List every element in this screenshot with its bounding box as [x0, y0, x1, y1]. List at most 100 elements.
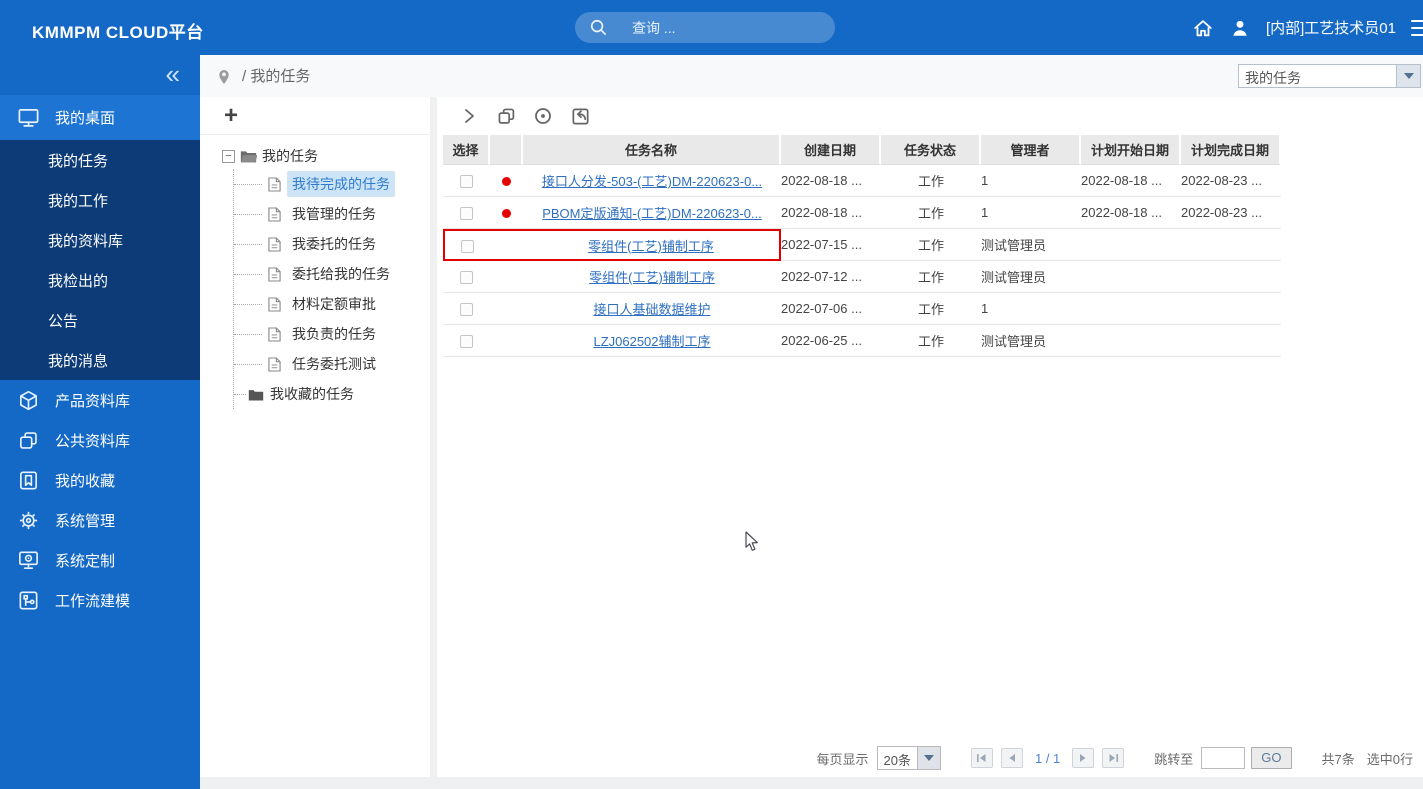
user-icon[interactable] — [1229, 17, 1251, 39]
column-header[interactable]: 计划完成日期 — [1181, 135, 1281, 165]
column-header[interactable]: 管理者 — [981, 135, 1081, 165]
plan-start-cell — [1081, 325, 1181, 357]
sidebar-subitem[interactable]: 我的资料库 — [0, 220, 200, 260]
sidebar-subitem[interactable]: 我的工作 — [0, 180, 200, 220]
tree-node-label: 我负责的任务 — [292, 326, 376, 342]
sidebar: « 我的桌面 我的任务 我的工作 我的资料库 我检出的 公告 我的消息 产品资料库公共资料… — [0, 55, 200, 789]
manager-cell: 测试管理员 — [981, 261, 1081, 293]
sidebar-subitem[interactable]: 我检出的 — [0, 260, 200, 300]
plan-end-cell — [1181, 229, 1281, 261]
tree-node-label: 委托给我的任务 — [292, 266, 390, 282]
current-user-label[interactable]: [内部]工艺技术员01 — [1266, 17, 1396, 38]
chevron-down-icon — [916, 747, 940, 769]
sidebar-item-label: 工作流建模 — [55, 592, 131, 610]
tree-node[interactable]: 我管理的任务 — [200, 199, 430, 229]
task-name-link[interactable]: LZJ062502辅制工序 — [593, 334, 710, 349]
sidebar-item-label: 系统管理 — [55, 512, 116, 530]
search-icon — [589, 18, 608, 37]
column-header[interactable]: 创建日期 — [781, 135, 881, 165]
column-header[interactable]: 选择 — [443, 135, 490, 165]
stack-icon — [17, 429, 40, 452]
task-name-link[interactable]: 接口人基础数据维护 — [593, 302, 710, 317]
tree-root-node[interactable]: − 我的任务 — [200, 143, 430, 169]
sidebar-item[interactable]: 产品资料库 — [0, 380, 200, 420]
expand-icon[interactable] — [458, 105, 480, 127]
plan-start-cell — [1081, 261, 1181, 293]
prev-page-button[interactable] — [1000, 748, 1023, 768]
plan-end-cell — [1181, 325, 1281, 357]
plan-start-cell: 2022-08-18 ... — [1081, 197, 1181, 229]
row-checkbox[interactable] — [460, 207, 473, 221]
pagination-bar: 每页显示 20条 1 / 1 跳转至 GO 共7条 选中0行 — [816, 746, 1413, 770]
sidebar-subitem[interactable]: 我的任务 — [0, 140, 200, 180]
global-search-input[interactable]: 查询 ... — [575, 12, 835, 43]
tree-node[interactable]: 我负责的任务 — [200, 319, 430, 349]
sidebar-item-label: 系统定制 — [55, 552, 116, 570]
table-row: 接口人分发-503-(工艺)DM-220623-0... 2022-08-18 .… — [443, 165, 1281, 197]
column-header[interactable]: 任务状态 — [881, 135, 981, 165]
home-icon[interactable] — [1192, 17, 1214, 39]
sidebar-subitem[interactable]: 我的消息 — [0, 340, 200, 380]
go-button[interactable]: GO — [1251, 747, 1292, 769]
menu-icon[interactable] — [1411, 19, 1423, 36]
jump-page-input[interactable] — [1201, 747, 1246, 769]
next-page-button[interactable] — [1072, 748, 1095, 768]
tree-node[interactable]: 我待完成的任务 — [200, 169, 430, 199]
record-icon[interactable] — [532, 105, 554, 127]
monitor-icon — [17, 106, 40, 129]
sidebar-item[interactable]: 公共资料库 — [0, 420, 200, 460]
tree-node[interactable]: 任务委托测试 — [200, 349, 430, 379]
tree-node-label: 任务委托测试 — [292, 356, 376, 372]
tree-node[interactable]: 委托给我的任务 — [200, 259, 430, 289]
export-icon[interactable] — [569, 105, 591, 127]
sidebar-collapse-icon[interactable]: « — [166, 61, 180, 87]
tree-collapse-box[interactable]: − — [222, 149, 235, 163]
row-checkbox[interactable] — [460, 335, 473, 349]
column-header[interactable]: 任务名称 — [523, 135, 781, 165]
status-cell: 工作 — [881, 165, 981, 197]
sidebar-item[interactable]: 系统管理 — [0, 500, 200, 540]
status-cell: 工作 — [881, 197, 981, 229]
created-date-cell: 2022-08-18 ... — [781, 197, 881, 229]
tree-node[interactable]: 我委托的任务 — [200, 229, 430, 259]
document-icon — [268, 176, 281, 192]
task-name-link[interactable]: 接口人分发-503-(工艺)DM-220623-0... — [542, 174, 762, 189]
per-page-select[interactable]: 20条 — [876, 746, 941, 770]
row-checkbox[interactable] — [460, 175, 473, 189]
copy-icon[interactable] — [495, 105, 517, 127]
row-checkbox[interactable] — [460, 271, 473, 285]
column-header[interactable]: 计划开始日期 — [1081, 135, 1181, 165]
sidebar-item[interactable]: 我的收藏 — [0, 460, 200, 500]
row-checkbox[interactable] — [460, 303, 473, 317]
plan-end-cell — [1181, 261, 1281, 293]
plan-start-cell — [1081, 229, 1181, 261]
selected-count-label: 选中0行 — [1366, 751, 1413, 767]
task-list-panel: 选择 任务名称 创建日期 任务状态 管理者 计划开始日期 计划完成日期 接口人分发-503-… — [437, 97, 1423, 777]
sidebar-item-desktop[interactable]: 我的桌面 — [0, 95, 200, 140]
per-page-label: 每页显示 — [816, 751, 869, 767]
first-page-button[interactable] — [970, 748, 993, 768]
task-name-link[interactable]: 零组件(工艺)辅制工序 — [588, 239, 714, 254]
context-dropdown[interactable]: 我的任务 — [1238, 64, 1421, 88]
task-name-link[interactable]: PBOM定版通知-(工艺)DM-220623-0... — [542, 206, 762, 221]
chevron-down-icon[interactable] — [1396, 65, 1420, 87]
jump-to-label: 跳转至 — [1154, 751, 1194, 767]
sidebar-item-label: 产品资料库 — [55, 392, 131, 410]
sidebar-item[interactable]: 工作流建模 — [0, 580, 200, 620]
tree-node[interactable]: 材料定额审批 — [200, 289, 430, 319]
tree-node-favorites[interactable]: 我收藏的任务 — [200, 379, 430, 409]
tree-node-label: 我收藏的任务 — [270, 386, 354, 402]
last-page-button[interactable] — [1102, 748, 1125, 768]
manager-cell: 测试管理员 — [981, 229, 1081, 261]
row-checkbox[interactable] — [461, 239, 474, 253]
add-node-button[interactable]: + — [224, 103, 238, 128]
sidebar-main-menu: 产品资料库公共资料库 我的收藏系统管理系统定制工作流建模 — [0, 380, 200, 620]
document-icon — [268, 266, 281, 282]
column-header[interactable] — [490, 135, 523, 165]
sidebar-item[interactable]: 系统定制 — [0, 540, 200, 580]
manager-cell: 1 — [981, 197, 1081, 229]
document-icon — [268, 356, 281, 372]
task-name-link[interactable]: 零组件(工艺)辅制工序 — [589, 270, 715, 285]
sidebar-subitem[interactable]: 公告 — [0, 300, 200, 340]
manager-cell: 1 — [981, 165, 1081, 197]
